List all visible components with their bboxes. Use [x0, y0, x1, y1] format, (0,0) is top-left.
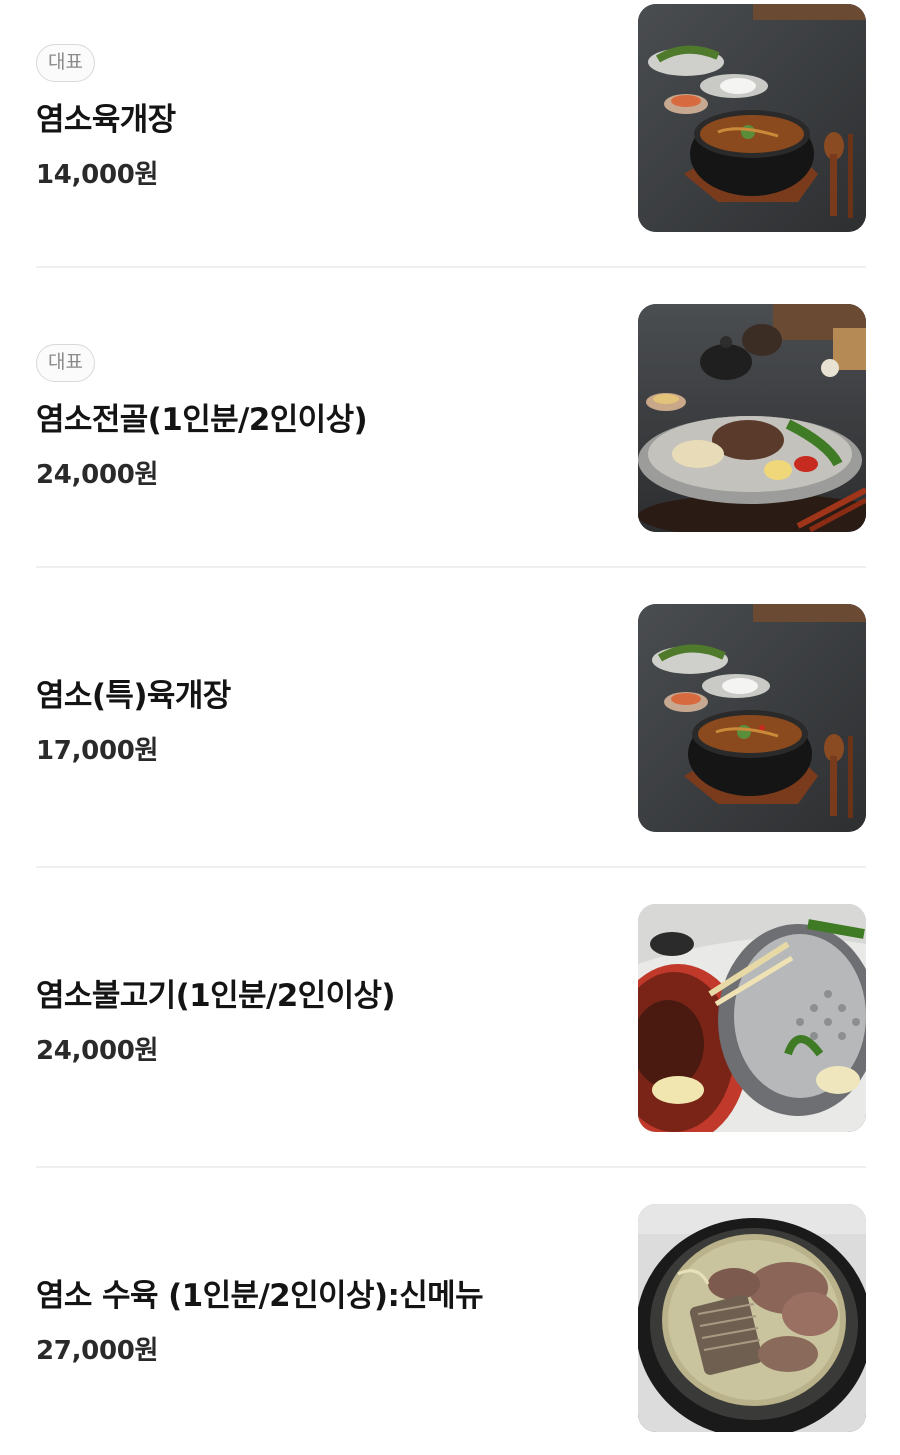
- spicy-goat-soup-illustration: [638, 4, 866, 232]
- menu-item-price: 24,000원: [36, 1036, 159, 1066]
- menu-item[interactable]: 염소불고기(1인분/2인이상) 24,000원: [36, 904, 866, 1132]
- menu-item-price: 27,000원: [36, 1336, 159, 1366]
- menu-item-info: 염소 수육 (1인분/2인이상):신메뉴 27,000원: [36, 1204, 596, 1432]
- menu-item[interactable]: 염소(특)육개장 17,000원: [36, 604, 866, 832]
- divider: [36, 1166, 866, 1168]
- signature-badge: 대표: [36, 344, 95, 382]
- spicy-goat-soup-special-illustration: [638, 604, 866, 832]
- menu-list: 대표 염소육개장 14,000원 대표 염소전골(1인분/2인이상) 24,00…: [0, 0, 900, 1455]
- menu-item-name: 염소육개장: [36, 102, 176, 138]
- menu-item-info: 염소불고기(1인분/2인이상) 24,000원: [36, 904, 596, 1132]
- menu-item-name: 염소(특)육개장: [36, 678, 231, 714]
- menu-item-info: 대표 염소전골(1인분/2인이상) 24,000원: [36, 304, 596, 532]
- menu-item-name: 염소전골(1인분/2인이상): [36, 402, 368, 438]
- goat-bulgogi-grill-photo[interactable]: [638, 904, 866, 1132]
- menu-item-name: 염소불고기(1인분/2인이상): [36, 978, 396, 1014]
- menu-item[interactable]: 대표 염소전골(1인분/2인이상) 24,000원: [36, 304, 866, 532]
- spicy-goat-soup-special-photo[interactable]: [638, 604, 866, 832]
- menu-item-name: 염소 수육 (1인분/2인이상):신메뉴: [36, 1278, 484, 1314]
- menu-item-info: 대표 염소육개장 14,000원: [36, 4, 596, 232]
- menu-item-info: 염소(특)육개장 17,000원: [36, 604, 596, 832]
- menu-item-price: 24,000원: [36, 460, 159, 490]
- spicy-goat-soup-photo[interactable]: [638, 4, 866, 232]
- menu-item-price: 17,000원: [36, 736, 159, 766]
- divider: [36, 866, 866, 868]
- menu-item[interactable]: 염소 수육 (1인분/2인이상):신메뉴 27,000원: [36, 1204, 866, 1432]
- divider: [36, 266, 866, 268]
- boiled-goat-meat-illustration: [638, 1204, 866, 1432]
- signature-badge: 대표: [36, 44, 95, 82]
- boiled-goat-meat-photo[interactable]: [638, 1204, 866, 1432]
- divider: [36, 566, 866, 568]
- goat-bulgogi-grill-illustration: [638, 904, 866, 1132]
- goat-hotpot-illustration: [638, 304, 866, 532]
- menu-item-price: 14,000원: [36, 160, 159, 190]
- menu-item[interactable]: 대표 염소육개장 14,000원: [36, 4, 866, 232]
- goat-hotpot-photo[interactable]: [638, 304, 866, 532]
